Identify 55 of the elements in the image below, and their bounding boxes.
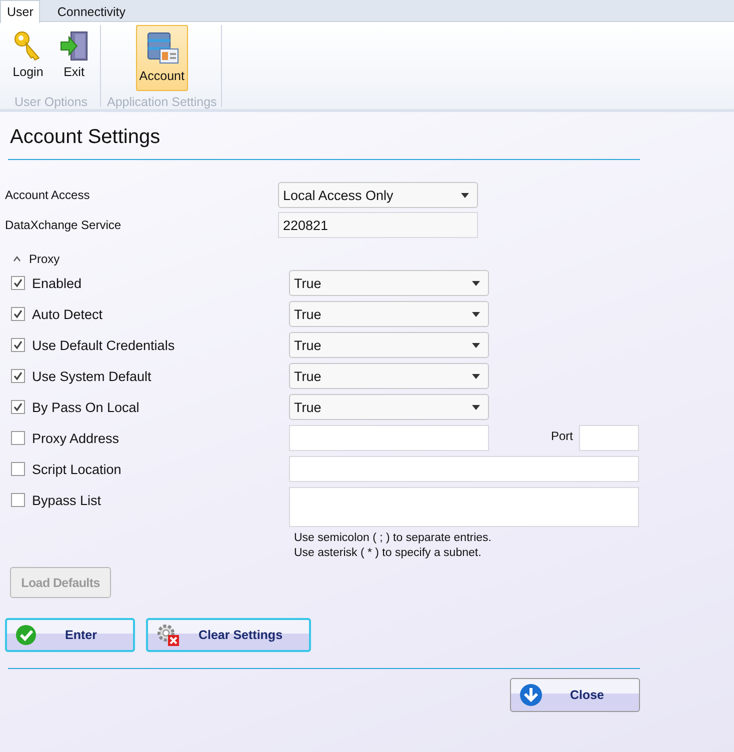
input-field[interactable]: 220821 xyxy=(278,212,478,238)
ribbon-button[interactable]: Login xyxy=(6,25,50,91)
exit-door-icon xyxy=(59,30,89,62)
checkbox[interactable] xyxy=(11,493,25,507)
section-label: Proxy xyxy=(29,252,60,266)
port-field[interactable] xyxy=(579,425,639,451)
checkbox-label: Enabled xyxy=(32,276,82,290)
dropdown[interactable]: True xyxy=(289,332,489,358)
dropdown[interactable]: True xyxy=(289,363,489,389)
field-label: DataXchange Service xyxy=(5,218,122,232)
dropdown-arrow-icon xyxy=(472,342,480,348)
checkbox[interactable] xyxy=(11,431,25,445)
dropdown-arrow-icon xyxy=(472,404,480,410)
checkbox-label: By Pass On Local xyxy=(32,400,140,414)
input-field[interactable] xyxy=(289,425,489,451)
ribbon-button[interactable]: Exit xyxy=(52,25,96,91)
checkbox[interactable] xyxy=(11,369,25,383)
page-title: Account Settings xyxy=(9,126,162,150)
checkbox-label: Script Location xyxy=(32,462,122,476)
gear-cross-icon xyxy=(156,623,180,647)
dropdown-arrow-icon xyxy=(472,374,480,378)
dropdown-arrow-icon xyxy=(472,312,480,316)
checkbox-label: Auto Detect xyxy=(32,306,103,322)
checkbox-label: Proxy Address xyxy=(32,430,120,446)
port-label: Port xyxy=(550,428,573,445)
checkbox[interactable] xyxy=(11,462,25,476)
ribbon-tab[interactable]: Connectivity xyxy=(50,0,132,23)
ribbon-button[interactable]: Account xyxy=(136,25,188,91)
action-button[interactable]: Clear Settings xyxy=(146,618,311,652)
dropdown-arrow-icon xyxy=(472,280,480,286)
field-label: Account Access xyxy=(5,188,91,202)
checkbox-label: Bypass List xyxy=(32,492,102,508)
dropdown-arrow-icon xyxy=(461,192,469,198)
checkbox[interactable] xyxy=(11,400,25,414)
collapse-caret-icon[interactable] xyxy=(13,256,21,262)
dropdown[interactable]: True xyxy=(289,270,489,296)
checkbox-label: Use Default Credentials xyxy=(32,338,175,352)
close-button[interactable]: Close xyxy=(510,678,640,712)
ribbon-tab[interactable]: User xyxy=(0,0,40,23)
check-icon xyxy=(15,624,37,646)
hint-text: Use semicolon ( ; ) to separate entries. xyxy=(294,531,492,546)
database-card-icon xyxy=(144,30,179,66)
checkbox[interactable] xyxy=(11,276,25,290)
checkbox[interactable] xyxy=(11,338,25,352)
group-label: Application Settings xyxy=(107,95,217,109)
group-label: User Options xyxy=(14,95,88,109)
dropdown[interactable]: Local Access Only xyxy=(278,182,478,208)
dropdown[interactable]: True xyxy=(289,394,489,420)
input-field[interactable] xyxy=(289,456,639,482)
checkbox-label: Use System Default xyxy=(32,368,152,384)
dropdown[interactable]: True xyxy=(289,301,489,327)
text-area[interactable] xyxy=(289,487,639,527)
hint-text: Use asterisk ( * ) to specify a subnet. xyxy=(294,546,482,561)
action-button[interactable]: Enter xyxy=(5,618,135,652)
checkbox[interactable] xyxy=(11,307,25,321)
